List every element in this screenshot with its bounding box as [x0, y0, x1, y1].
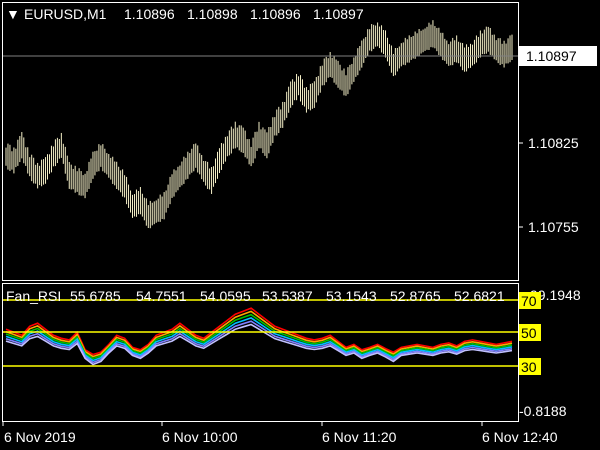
trading-chart[interactable]: ▼ EURUSD,M1 1.10896 1.10898 1.10896 1.10… [0, 0, 600, 450]
indicator-name: Fan_RSI [6, 288, 61, 304]
indicator-value-2: 54.7551 [136, 288, 187, 304]
ohlc-open: 1.10896 [124, 6, 175, 22]
level-label-70: 70 [521, 293, 537, 309]
current-price-label: 1.10897 [526, 48, 577, 64]
ohlc-high: 1.10898 [187, 6, 238, 22]
time-label-3: 6 Nov 11:20 [322, 429, 397, 445]
indicator-value-3: 54.0595 [200, 288, 251, 304]
symbol-label: EURUSD,M1 [24, 6, 107, 22]
indicator-value-6: 52.8765 [390, 288, 441, 304]
indicator-value-7: 52.6821 [454, 288, 505, 304]
ohlc-low: 1.10896 [250, 6, 301, 22]
collapse-arrow-icon[interactable]: ▼ [6, 6, 20, 22]
indicator-value-5: 53.1543 [326, 288, 377, 304]
indicator-value-1: 55.6785 [70, 288, 121, 304]
level-label-30: 30 [521, 359, 537, 375]
time-label-4: 6 Nov 12:40 [482, 429, 558, 445]
price-bars [5, 20, 513, 229]
ohlc-close: 1.10897 [313, 6, 364, 22]
rsi-fan-lines [5, 307, 513, 366]
indicator-scale-bottom: -0.8188 [519, 403, 567, 419]
indicator-value-4: 53.5387 [262, 288, 313, 304]
price-axis-label-2: 1.10755 [528, 219, 579, 235]
time-label-1: 6 Nov 2019 [4, 429, 76, 445]
time-label-2: 6 Nov 10:00 [162, 429, 238, 445]
level-label-50: 50 [521, 325, 537, 341]
price-axis-label-1: 1.10825 [528, 135, 579, 151]
